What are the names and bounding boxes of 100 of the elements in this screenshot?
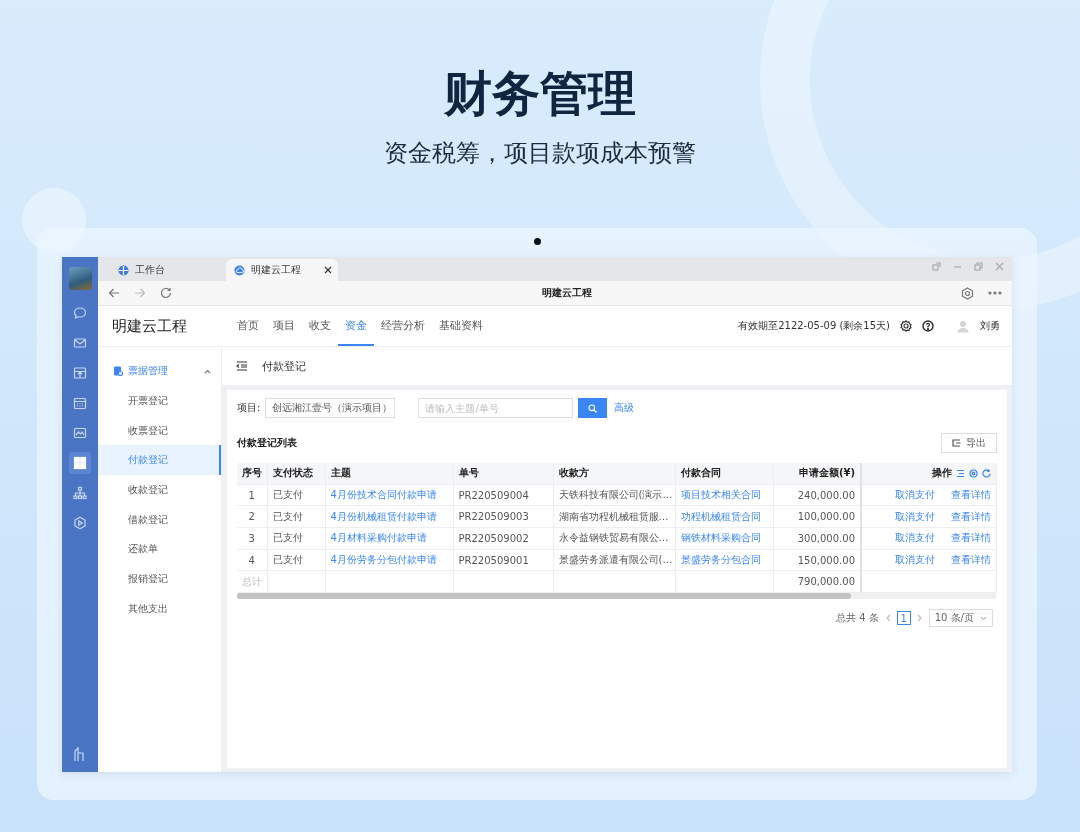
table-cell: 已支付 xyxy=(267,549,325,571)
subject-link[interactable]: 4月份机械租赁付款申请 xyxy=(330,510,437,522)
contract-link[interactable]: 钢铁材料采购合同 xyxy=(680,532,761,544)
help-icon[interactable] xyxy=(922,320,934,332)
search-button[interactable] xyxy=(578,398,608,418)
action-link[interactable]: 查看详情 xyxy=(950,510,991,522)
menu-item[interactable]: 借款登记 xyxy=(98,504,221,535)
table-cell: 2 xyxy=(237,505,267,528)
carousel-dot[interactable] xyxy=(533,238,541,245)
browser-tab[interactable]: 工作台 xyxy=(110,259,222,281)
menu-item[interactable]: 还款单 xyxy=(98,534,221,565)
box-icon xyxy=(73,366,87,380)
action-link[interactable]: 取消支付 xyxy=(894,510,935,522)
contract-link[interactable]: 功程机械租赁合同 xyxy=(680,510,761,522)
column-header: 申请金额(¥) xyxy=(773,463,861,485)
nav-tab[interactable]: 经营分析 xyxy=(374,306,432,346)
table-cell: PR220509001 xyxy=(453,549,553,571)
nav-tab[interactable]: 首页 xyxy=(230,306,266,346)
export-button[interactable]: 导出 xyxy=(941,433,997,453)
photo-placeholder xyxy=(68,267,92,290)
contract-link[interactable]: 项目技术相关合同 xyxy=(680,489,761,501)
chat-bubble-icon xyxy=(73,306,87,320)
page-button[interactable]: 1 xyxy=(896,611,911,626)
table-cell: 天铁科技有限公司(演示… xyxy=(553,484,675,506)
scrollbar-thumb[interactable] xyxy=(237,593,851,600)
refresh-icon[interactable] xyxy=(981,468,991,478)
menu-item[interactable]: 收票登记 xyxy=(98,415,221,446)
menu-item[interactable]: 其他支出 xyxy=(98,593,221,624)
collapse-menu-icon[interactable] xyxy=(236,361,248,371)
menu-item[interactable]: 报销登记 xyxy=(98,564,221,594)
page-title: 明建云工程 xyxy=(540,286,593,300)
export-icon xyxy=(952,439,961,447)
subject-link[interactable]: 4月材料采购付款申请 xyxy=(330,532,427,544)
nav-tab[interactable]: 基础资料 xyxy=(432,306,490,346)
rail-item[interactable] xyxy=(69,452,91,474)
advanced-link[interactable]: 高级 xyxy=(614,401,635,415)
menu-item[interactable]: 付款登记 xyxy=(98,445,221,476)
forward-arrow-icon[interactable] xyxy=(134,287,146,299)
reload-icon[interactable] xyxy=(160,287,172,299)
table-cell: 已支付 xyxy=(267,527,325,550)
filter-label: 项目: xyxy=(237,401,261,415)
cross-logo-icon xyxy=(118,264,129,276)
subject-link[interactable]: 4月份劳务分包付款申请 xyxy=(330,554,437,566)
browser-tab[interactable]: 明建云工程 xyxy=(226,259,338,281)
action-link[interactable]: 取消支付 xyxy=(894,489,935,501)
validity-text: 有效期至2122-05-09 (剩余15天) xyxy=(738,319,890,333)
building-icon xyxy=(73,746,87,762)
user-avatar-icon xyxy=(956,319,970,333)
table-cell: 已支付 xyxy=(267,505,325,528)
action-link[interactable]: 查看详情 xyxy=(950,554,991,566)
chevron-right-icon[interactable] xyxy=(916,614,923,623)
contract-link[interactable]: 景盛劳务分包合同 xyxy=(680,554,761,566)
close-icon[interactable] xyxy=(324,266,332,274)
table-cell: 永令益钢铁贸易有限公… xyxy=(553,527,675,550)
mail-icon xyxy=(73,336,87,350)
table-cell: 790,000.00 xyxy=(773,570,861,593)
search-icon xyxy=(588,403,598,413)
menu-group[interactable]: 票据管理 xyxy=(98,356,221,386)
table-cell: 300,000.00 xyxy=(773,527,861,550)
table-cell: PR220509002 xyxy=(453,527,553,550)
restore-icon[interactable] xyxy=(974,262,983,271)
menu-item[interactable]: 开票登记 xyxy=(98,386,221,416)
page-heading: 付款登记 xyxy=(262,358,306,374)
calendar-icon xyxy=(73,396,87,410)
more-icon[interactable] xyxy=(988,291,1002,295)
action-link[interactable]: 取消支付 xyxy=(894,554,935,566)
action-link[interactable]: 查看详情 xyxy=(950,532,991,544)
menu-item[interactable]: 收款登记 xyxy=(98,475,221,505)
grid-icon xyxy=(73,456,87,470)
cloud-logo-icon xyxy=(234,264,245,276)
action-link[interactable]: 取消支付 xyxy=(894,532,935,544)
column-header: 收款方 xyxy=(553,463,675,485)
settings-icon[interactable] xyxy=(900,320,912,332)
table-cell: 1 xyxy=(237,484,267,506)
page-size-select[interactable]: 10 条/页 xyxy=(928,609,993,628)
table-cell: 100,000.00 xyxy=(773,505,861,528)
column-header: 主题 xyxy=(325,463,453,485)
app-logo-text: 明建云工程 xyxy=(112,316,188,336)
table-cell: 3 xyxy=(237,527,267,550)
column-header: 付款合同 xyxy=(675,463,773,485)
nav-tab[interactable]: 项目 xyxy=(266,306,302,346)
promo-title: 财务管理 xyxy=(443,64,637,123)
list-icon[interactable] xyxy=(955,468,965,478)
user-name[interactable]: 刘勇 xyxy=(980,319,1000,333)
action-link[interactable]: 查看详情 xyxy=(950,489,991,501)
project-select[interactable]: 创远湘江壹号（演示项目） xyxy=(265,398,396,418)
table-cell: 景盛劳务派遣有限公司(… xyxy=(553,549,675,571)
table-cell: PR220509003 xyxy=(453,505,553,528)
subject-link[interactable]: 4月份技术合同付款申请 xyxy=(330,489,437,501)
chevron-left-icon[interactable] xyxy=(884,614,891,623)
pin-window-icon[interactable] xyxy=(932,262,941,271)
total-count: 总共 4 条 xyxy=(836,611,879,626)
back-arrow-icon[interactable] xyxy=(108,287,120,299)
nav-tab[interactable]: 收支 xyxy=(302,306,338,346)
table-cell: 4 xyxy=(237,549,267,571)
column-header: 单号 xyxy=(453,463,553,485)
list-title: 付款登记列表 xyxy=(237,436,297,450)
org-chart-icon xyxy=(73,486,87,500)
table-cell: PR220509004 xyxy=(453,484,553,506)
table-cell: 湖南省功程机械租赁服… xyxy=(553,505,675,528)
